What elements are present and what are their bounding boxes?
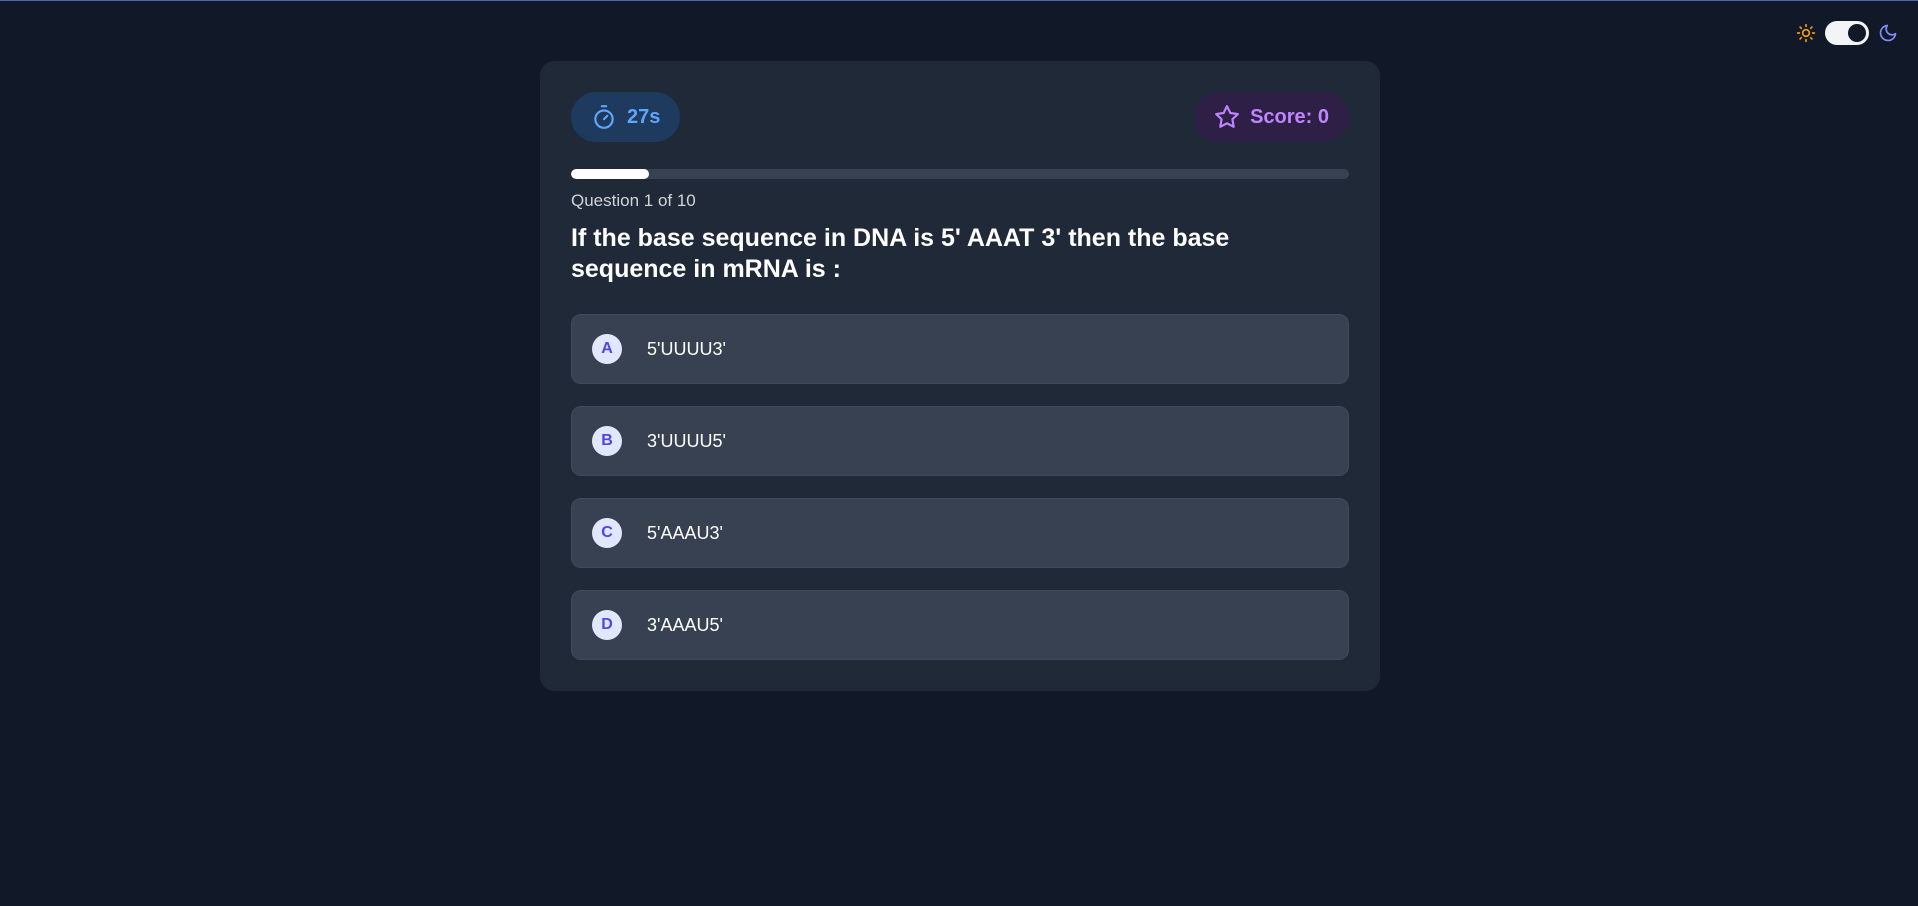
sun-icon xyxy=(1796,23,1816,43)
progress-bar xyxy=(571,169,1349,179)
option-letter-badge: C xyxy=(592,518,622,548)
dark-mode-switch[interactable] xyxy=(1825,21,1869,45)
timer-value: 27s xyxy=(627,105,661,128)
option-c[interactable]: C 5'AAAU3' xyxy=(571,498,1349,568)
top-border xyxy=(0,0,1918,1)
option-text: 5'UUUU3' xyxy=(647,338,726,359)
question-text: If the base sequence in DNA is 5' AAAT 3… xyxy=(571,224,1230,283)
score-value: Score: 0 xyxy=(1250,105,1329,128)
option-a[interactable]: A 5'UUUU3' xyxy=(571,314,1349,384)
answer-options: A 5'UUUU3' B 3'UUUU5' C 5'AAAU3' D 3'AAA… xyxy=(571,314,1349,660)
option-letter-badge: B xyxy=(592,426,622,456)
option-letter-badge: A xyxy=(592,334,622,364)
option-b[interactable]: B 3'UUUU5' xyxy=(571,406,1349,476)
option-text: 5'AAAU3' xyxy=(647,522,723,543)
question-counter: Question 1 of 10 xyxy=(571,191,696,210)
switch-knob xyxy=(1848,24,1866,42)
progress-fill xyxy=(571,169,649,179)
option-letter-badge: D xyxy=(592,610,622,640)
option-d[interactable]: D 3'AAAU5' xyxy=(571,590,1349,660)
option-text: 3'AAAU5' xyxy=(647,614,723,635)
star-icon xyxy=(1215,105,1239,128)
theme-toggle xyxy=(1796,21,1898,45)
stopwatch-icon xyxy=(594,105,614,129)
option-text: 3'UUUU5' xyxy=(647,430,726,451)
score-badge: Score: 0 xyxy=(1194,92,1349,142)
moon-icon xyxy=(1879,24,1897,42)
quiz-header: 27s Score: 0 xyxy=(571,92,1349,142)
timer-badge: 27s xyxy=(571,92,681,142)
quiz-card: 27s Score: 0 Question 1 of 10 If the bas… xyxy=(540,61,1380,691)
